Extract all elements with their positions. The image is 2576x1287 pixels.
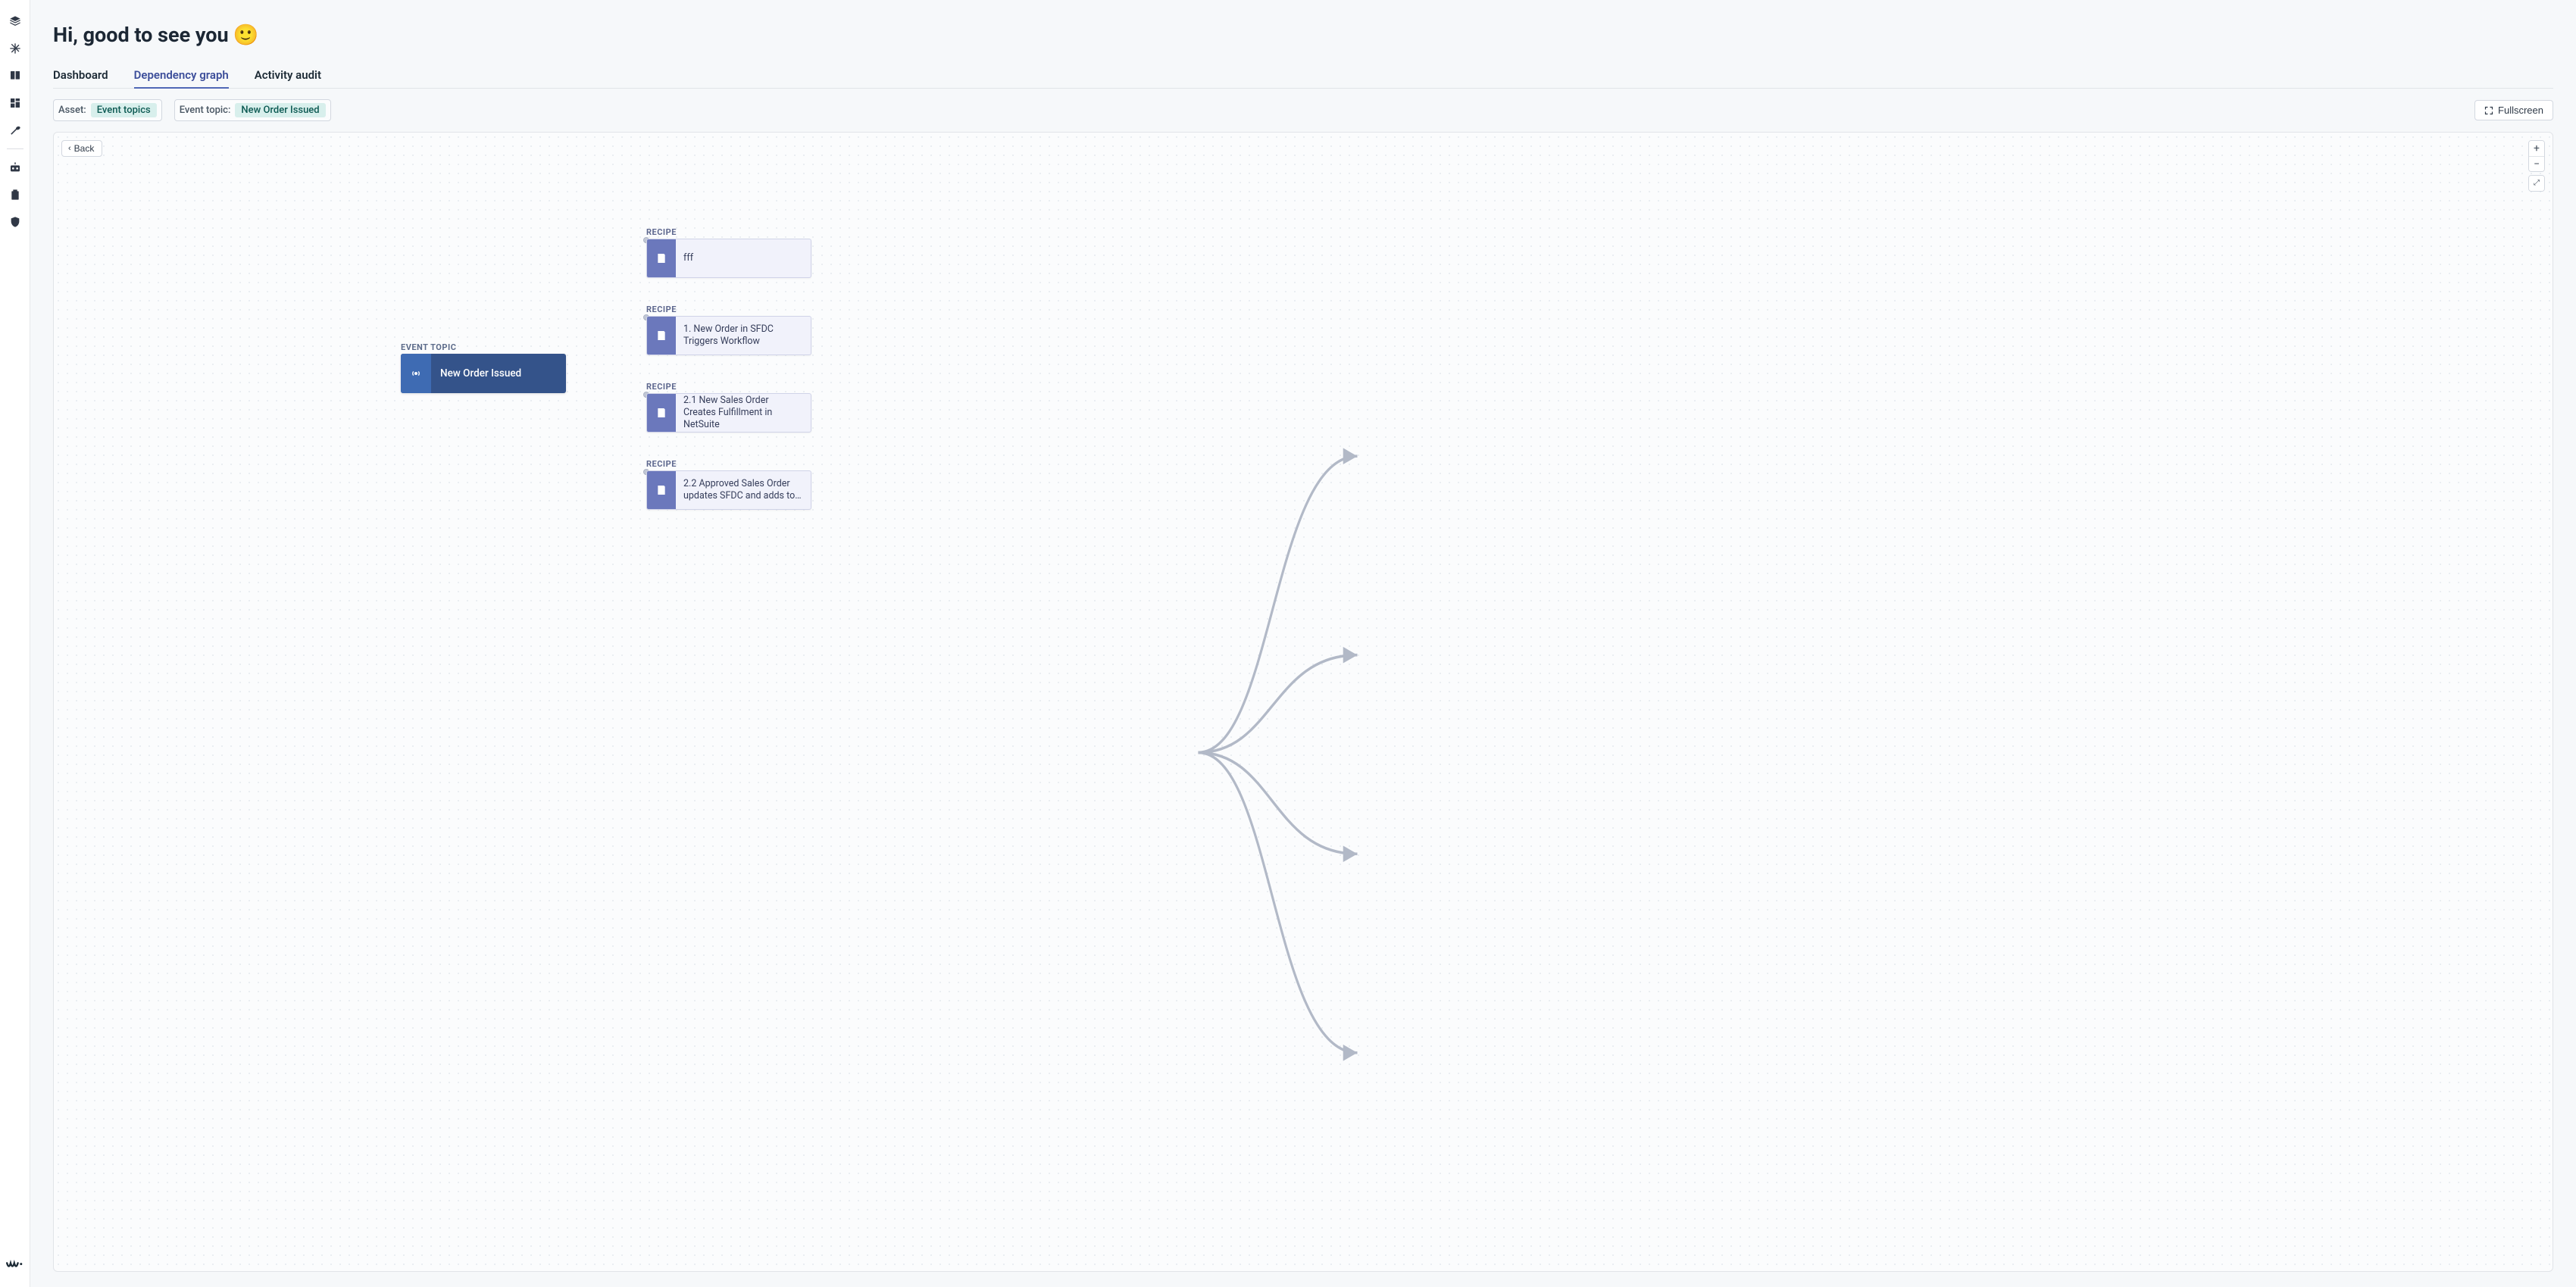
sidebar xyxy=(0,0,30,1287)
event-topic-node[interactable]: New Order Issued xyxy=(401,354,566,393)
fullscreen-icon xyxy=(2484,106,2493,115)
nav-dashboard[interactable] xyxy=(0,89,30,117)
filter-topic-label: Event topic: xyxy=(180,105,231,116)
tab-activity-audit[interactable]: Activity audit xyxy=(255,62,321,88)
graph-zoom-controls: + − ⤢ xyxy=(2528,140,2545,192)
fullscreen-button[interactable]: Fullscreen xyxy=(2474,100,2553,120)
recipe-tag: RECIPE xyxy=(646,382,677,392)
zoom-out-button[interactable]: − xyxy=(2529,156,2544,171)
nav-shield[interactable] xyxy=(0,208,30,236)
filter-topic-value: New Order Issued xyxy=(235,103,325,117)
filter-bar: Asset: Event topics Event topic: New Ord… xyxy=(53,99,2553,121)
tab-dashboard[interactable]: Dashboard xyxy=(53,62,108,88)
filter-asset-label: Asset: xyxy=(58,105,86,116)
chevron-left-icon: ‹ xyxy=(68,144,71,153)
back-label: Back xyxy=(74,143,95,154)
book-icon xyxy=(9,70,21,82)
recipe-icon xyxy=(647,394,676,432)
snowflake-icon xyxy=(9,42,21,55)
workato-logo xyxy=(6,1257,24,1275)
robot-icon xyxy=(9,161,21,173)
recipe-icon xyxy=(647,239,676,277)
wrench-icon xyxy=(9,124,21,136)
nav-book[interactable] xyxy=(0,62,30,89)
greeting-emoji: 🙂 xyxy=(233,23,259,47)
graph-nodes: EVENT TOPIC New Order Issued RECIPE fff xyxy=(54,133,2553,1271)
layers-icon xyxy=(9,15,21,27)
nav-clipboard[interactable] xyxy=(0,181,30,208)
dashboard-icon xyxy=(9,97,21,109)
nav-snowflake[interactable] xyxy=(0,35,30,62)
recipe-node[interactable]: fff xyxy=(646,239,811,278)
greeting-text: Hi, good to see you xyxy=(53,23,229,47)
tab-dependency-graph[interactable]: Dependency graph xyxy=(134,62,229,88)
recipe-tag: RECIPE xyxy=(646,459,677,469)
shield-icon xyxy=(9,216,21,228)
recipe-node[interactable]: 2.2 Approved Sales Order updates SFDC an… xyxy=(646,470,811,510)
zoom-fit-button[interactable]: ⤢ xyxy=(2529,176,2544,191)
graph-panel[interactable]: ‹ Back + − ⤢ xyxy=(53,132,2553,1272)
recipe-title: 2.2 Approved Sales Order updates SFDC an… xyxy=(676,471,811,509)
zoom-in-button[interactable]: + xyxy=(2529,141,2544,156)
recipe-node[interactable]: 2.1 New Sales Order Creates Fulfillment … xyxy=(646,393,811,433)
nav-robot[interactable] xyxy=(0,154,30,181)
main: Hi, good to see you 🙂 Dashboard Dependen… xyxy=(30,0,2576,1287)
filter-asset-value: Event topics xyxy=(91,103,157,117)
sidebar-divider xyxy=(7,148,23,149)
recipe-icon xyxy=(647,471,676,509)
broadcast-icon xyxy=(401,354,431,393)
tabs: Dashboard Dependency graph Activity audi… xyxy=(53,62,2553,89)
recipe-tag: RECIPE xyxy=(646,305,677,314)
nav-layers[interactable] xyxy=(0,8,30,35)
event-topic-title: New Order Issued xyxy=(431,354,566,393)
clipboard-icon xyxy=(9,189,21,201)
recipe-tag: RECIPE xyxy=(646,227,677,237)
recipe-node[interactable]: 1. New Order in SFDC Triggers Workflow xyxy=(646,316,811,355)
recipe-title: fff xyxy=(676,239,811,277)
recipe-icon xyxy=(647,317,676,355)
recipe-title: 2.1 New Sales Order Creates Fulfillment … xyxy=(676,394,811,432)
fullscreen-label: Fullscreen xyxy=(2498,105,2543,116)
back-button[interactable]: ‹ Back xyxy=(61,140,102,157)
nav-tool[interactable] xyxy=(0,117,30,144)
filter-event-topic[interactable]: Event topic: New Order Issued xyxy=(174,99,331,121)
page-title: Hi, good to see you 🙂 xyxy=(53,23,2553,47)
recipe-title: 1. New Order in SFDC Triggers Workflow xyxy=(676,317,811,355)
filter-asset[interactable]: Asset: Event topics xyxy=(53,99,162,121)
event-topic-tag: EVENT TOPIC xyxy=(401,342,456,352)
